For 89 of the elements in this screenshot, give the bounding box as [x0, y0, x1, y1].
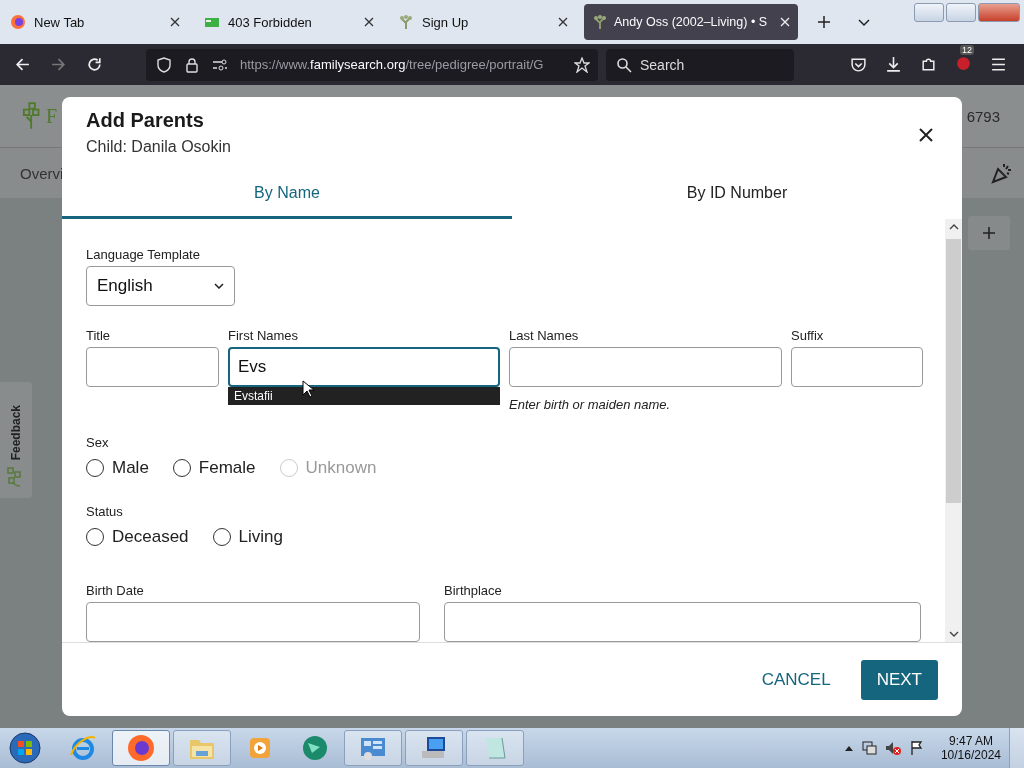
reload-icon[interactable]	[86, 56, 103, 73]
plus-icon[interactable]	[817, 15, 831, 29]
language-dropdown[interactable]: English	[86, 266, 235, 306]
field-label: Birth Date	[86, 583, 145, 598]
firefox-icon	[10, 14, 26, 30]
radio-label[interactable]: Female	[198, 458, 256, 478]
close-icon[interactable]	[918, 127, 934, 143]
chevron-up-icon[interactable]	[844, 745, 853, 751]
field-label: Title	[86, 328, 112, 343]
browser-tab[interactable]: New Tab	[2, 4, 188, 40]
chevron-down-icon	[214, 283, 224, 289]
mouse-pointer-icon	[302, 380, 314, 398]
star-icon[interactable]	[574, 56, 590, 73]
search-field[interactable]: Search	[606, 48, 794, 81]
text-field[interactable]	[444, 602, 921, 642]
back-arrow-icon[interactable]	[14, 56, 31, 73]
taskbar-button[interactable]	[112, 730, 170, 766]
browser-tab[interactable]: 403 Forbidden	[196, 4, 382, 40]
radio-label[interactable]: Living	[238, 527, 283, 547]
add-button[interactable]	[968, 216, 1010, 250]
tree-icon	[398, 14, 414, 30]
start-button[interactable]	[8, 731, 42, 765]
flag-icon[interactable]	[908, 740, 925, 756]
browser-tab[interactable]: Sign Up	[390, 4, 576, 40]
field-label: Suffix	[791, 328, 825, 343]
feedback-tab[interactable]: Feedback	[0, 382, 32, 498]
browser-tab[interactable]: Andy Oss (2002–Living) • S	[584, 4, 798, 40]
muted-speaker-icon[interactable]	[884, 740, 901, 756]
field-label: Last Names	[509, 328, 580, 343]
close-icon[interactable]	[170, 17, 180, 27]
address-bar[interactable]: https://www.familysearch.org/tree/pedigree/portrait/G	[146, 48, 598, 81]
forward-arrow-icon[interactable]	[50, 56, 67, 73]
field-label: Birthplace	[444, 583, 503, 598]
download-icon[interactable]	[885, 56, 902, 73]
autocomplete-suggestion[interactable]: Evstafii	[228, 387, 500, 405]
tab-title: 403 Forbidden	[228, 14, 313, 30]
sliders-icon	[212, 56, 228, 73]
tab-title: Sign Up	[422, 14, 470, 30]
search-icon	[616, 56, 632, 73]
text-field[interactable]	[509, 347, 782, 387]
tab-title: New Tab	[34, 14, 86, 30]
menu-icon[interactable]	[990, 56, 1007, 73]
minimize-button[interactable]	[914, 3, 944, 22]
browser-e-icon	[68, 733, 98, 763]
party-popper-icon[interactable]	[990, 161, 1014, 185]
text-field[interactable]	[86, 602, 420, 642]
clock-time: 9:47 AM	[948, 734, 993, 748]
close-icon[interactable]	[558, 17, 568, 27]
field-label: Language Template	[86, 247, 201, 262]
nav-link[interactable]: Overvi	[20, 164, 64, 182]
next-button[interactable]: NEXT	[860, 659, 938, 700]
tree-icon	[592, 14, 608, 30]
url-text: https://www.familysearch.org/tree/pedigree/portrait/G	[240, 57, 545, 72]
text-field[interactable]	[791, 347, 923, 387]
taskbar-button[interactable]	[405, 730, 463, 766]
taskbar-button[interactable]	[344, 730, 402, 766]
text-field[interactable]: Evs	[228, 347, 500, 387]
pocket-icon[interactable]	[850, 56, 867, 73]
plus-icon	[982, 226, 996, 240]
puzzle-icon[interactable]	[920, 56, 937, 73]
dialog-tab[interactable]: By Name	[62, 169, 512, 219]
field-label: First Names	[228, 328, 300, 343]
lock-icon	[184, 56, 200, 73]
network-icon[interactable]	[860, 740, 877, 756]
dialog-subtitle: Child: Danila Osokin	[86, 138, 231, 156]
scrollbar[interactable]	[945, 219, 962, 642]
count-badge: 12	[960, 45, 974, 55]
extension-icon[interactable]	[955, 54, 972, 71]
scroll-down-icon[interactable]	[948, 631, 959, 637]
dialog-title: Add Parents	[86, 109, 205, 132]
firefox-icon	[126, 733, 156, 763]
field-hint: Enter birth or maiden name.	[509, 397, 672, 412]
shield-icon	[156, 56, 172, 73]
radio-label[interactable]: Deceased	[112, 527, 189, 547]
dialog-tab[interactable]: By ID Number	[512, 169, 962, 219]
text-field[interactable]	[86, 347, 219, 387]
account-number: 6793	[966, 107, 1000, 125]
group-label: Status	[86, 504, 124, 519]
cancel-button[interactable]: CANCEL	[757, 659, 835, 700]
logo-text: F	[46, 104, 58, 128]
restore-button[interactable]	[946, 3, 976, 22]
tab-title: Andy Oss (2002–Living) • S	[614, 15, 769, 29]
radio-label[interactable]: Male	[112, 458, 149, 478]
clock-date: 10/16/2024	[940, 748, 1001, 762]
search-placeholder: Search	[640, 56, 685, 73]
globe-icon	[300, 733, 330, 763]
close-icon[interactable]	[364, 17, 374, 27]
scroll-up-icon[interactable]	[948, 224, 959, 230]
group-label: Sex	[86, 435, 110, 450]
